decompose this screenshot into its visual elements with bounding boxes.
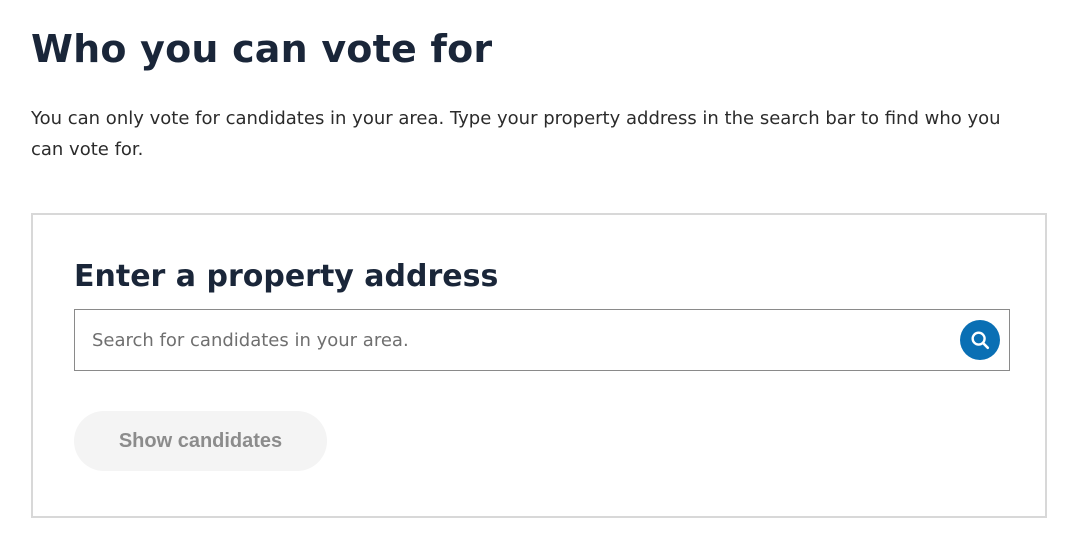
search-card: Enter a property address Show candidates [31, 213, 1047, 518]
address-search-box [74, 309, 1010, 371]
search-icon [971, 331, 990, 350]
address-search-input[interactable] [75, 310, 945, 370]
page-title: Who you can vote for [31, 27, 493, 71]
intro-text: You can only vote for candidates in your… [31, 108, 1001, 160]
search-button[interactable] [960, 320, 1000, 360]
card-heading: Enter a property address [74, 259, 499, 294]
show-candidates-button[interactable]: Show candidates [74, 411, 327, 471]
